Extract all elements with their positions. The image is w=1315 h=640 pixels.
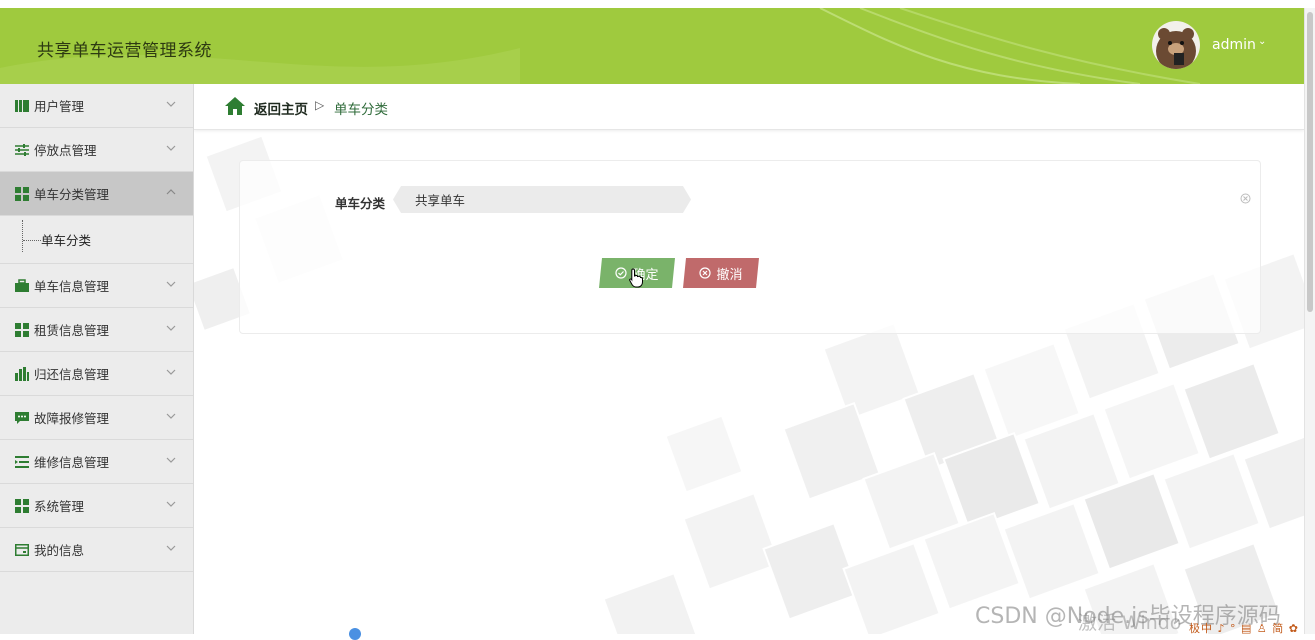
sidebar-item-label: 单车分类管理 — [34, 187, 110, 202]
grid-icon — [15, 498, 29, 513]
form-card: 单车分类 确定 撤消 — [239, 160, 1261, 334]
breadcrumb-current: 单车分类 — [334, 102, 388, 118]
chevron-down-icon — [166, 545, 176, 551]
header: 共享单车运营管理系统 admin ⌄ — [0, 8, 1304, 84]
chevron-down-icon — [166, 501, 176, 507]
top-strip — [0, 0, 1315, 8]
sidebar-item-label: 单车信息管理 — [34, 279, 110, 294]
chevron-down-icon — [166, 325, 176, 331]
avatar[interactable] — [1152, 21, 1200, 69]
chevron-down-icon — [166, 369, 176, 375]
tree-branch — [23, 240, 41, 241]
chevron-down-icon — [166, 101, 176, 107]
sidebar-item-my-info[interactable]: 我的信息 — [0, 528, 193, 572]
book-icon — [15, 99, 29, 112]
sidebar-item-user-management[interactable]: 用户管理 — [0, 84, 193, 128]
sidebar-subitem-bike-category[interactable]: 单车分类 — [0, 216, 193, 264]
sidebar-item-return-info-management[interactable]: 归还信息管理 — [0, 352, 193, 396]
sidebar: 用户管理 停放点管理 单车分类管理 单车分类 单车信息管理 租赁信息管理 归还信… — [0, 84, 194, 634]
grid-icon — [15, 322, 29, 337]
sidebar-item-bike-info-management[interactable]: 单车信息管理 — [0, 264, 193, 308]
sidebar-item-label: 系统管理 — [34, 499, 85, 514]
check-circle-icon — [615, 267, 627, 279]
sidebar-item-label: 租赁信息管理 — [34, 323, 110, 338]
sidebar-item-label: 我的信息 — [34, 543, 85, 558]
breadcrumb-separator: ▷ — [315, 98, 325, 112]
sidebar-item-bike-category-management[interactable]: 单车分类管理 — [0, 172, 193, 216]
app-title: 共享单车运营管理系统 — [37, 41, 212, 61]
tree-line — [22, 220, 24, 252]
clear-icon[interactable] — [1240, 193, 1251, 204]
breadcrumb-home-link[interactable]: 返回主页 — [254, 98, 308, 118]
close-circle-icon — [699, 267, 711, 279]
hand-cursor-icon — [629, 268, 643, 288]
chevron-down-icon — [166, 281, 176, 287]
sidebar-item-label: 维修信息管理 — [34, 455, 110, 470]
briefcase-icon — [15, 278, 29, 292]
cancel-button[interactable]: 撤消 — [683, 258, 759, 288]
sidebar-item-label: 故障报修管理 — [34, 411, 110, 426]
bear-avatar-icon — [1156, 28, 1196, 69]
sidebar-item-fault-report-management[interactable]: 故障报修管理 — [0, 396, 193, 440]
comment-icon — [15, 411, 29, 424]
sidebar-item-system-management[interactable]: 系统管理 — [0, 484, 193, 528]
bar-chart-icon — [15, 366, 29, 381]
list-indent-icon — [15, 455, 29, 468]
sidebar-item-label: 归还信息管理 — [34, 367, 110, 382]
chevron-down-icon — [166, 413, 176, 419]
floating-indicator — [349, 628, 361, 640]
sidebar-subitem-label: 单车分类 — [41, 233, 92, 248]
sidebar-item-label: 用户管理 — [34, 99, 85, 114]
sidebar-item-label: 停放点管理 — [34, 143, 97, 158]
grid-icon — [15, 186, 29, 201]
cancel-button-label: 撤消 — [716, 266, 743, 282]
card-icon — [15, 543, 29, 556]
chevron-down-icon — [166, 145, 176, 151]
home-icon[interactable] — [224, 96, 246, 116]
sidebar-item-rental-info-management[interactable]: 租赁信息管理 — [0, 308, 193, 352]
user-name[interactable]: admin — [1212, 37, 1256, 53]
bike-category-label: 单车分类 — [335, 196, 386, 211]
sliders-icon — [15, 143, 29, 156]
scrollbar-thumb[interactable] — [1307, 12, 1313, 312]
chevron-up-icon — [166, 189, 176, 195]
bike-category-input[interactable] — [393, 186, 691, 213]
sidebar-item-parking-management[interactable]: 停放点管理 — [0, 128, 193, 172]
main-content: 返回主页 ▷ 单车分类 单车分类 确定 撤消 — [194, 84, 1304, 634]
user-dropdown-icon[interactable]: ⌄ — [1258, 36, 1266, 47]
chevron-down-icon — [166, 457, 176, 463]
breadcrumb: 返回主页 ▷ 单车分类 — [194, 84, 1304, 130]
scrollbar[interactable] — [1304, 8, 1315, 634]
sidebar-item-repair-info-management[interactable]: 维修信息管理 — [0, 440, 193, 484]
